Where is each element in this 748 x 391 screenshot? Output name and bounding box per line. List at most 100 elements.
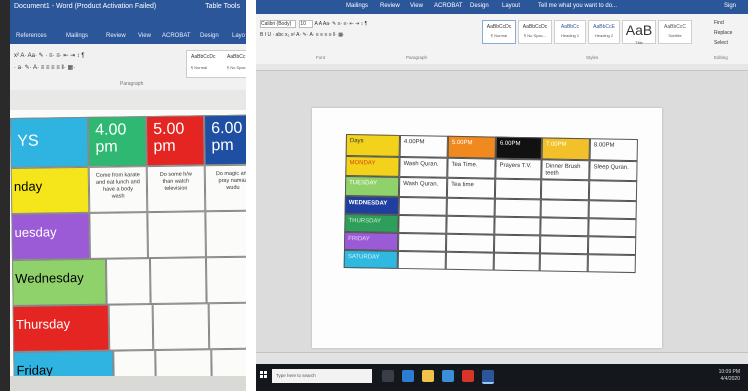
style-nospacing-preview[interactable]: AaBbCc	[227, 54, 245, 60]
style-normal-preview[interactable]: AaBbCcDc	[191, 54, 215, 60]
day-tuesday-cell: uesday	[11, 212, 90, 260]
edge-icon[interactable]	[402, 370, 414, 382]
taskbar-search-input[interactable]: Type here to search	[272, 369, 372, 383]
day-wednesday-cell: Wednesday	[11, 258, 107, 306]
tab-acrobat[interactable]: ACROBAT	[434, 3, 463, 9]
tab-review[interactable]: Review	[380, 3, 400, 9]
day-wednesday-cell: WEDNESDAY	[344, 195, 399, 215]
word-title-bar: Mailings Review View ACROBAT Design Layo…	[256, 0, 748, 14]
store-icon[interactable]	[442, 370, 454, 382]
thursday-4pm-cell	[398, 214, 447, 234]
task-view-icon[interactable]	[382, 370, 394, 382]
styles-gallery[interactable]: AaBbCcDc AaBbCc ¶ Normal ¶ No Spac	[186, 50, 246, 78]
tell-me-search[interactable]: Tell me what you want to do...	[538, 3, 617, 9]
ribbon: x² A· Aa· ✎ · ≡· ≡· ⇤ ⇥ ↕ ¶ · a· ✎· A· ≡…	[10, 44, 246, 91]
font-name-select[interactable]: Calibri (Body)	[260, 20, 296, 28]
tab-design[interactable]: Design	[200, 33, 219, 39]
tab-view[interactable]: View	[138, 33, 151, 39]
style-name: ¶ Normal	[490, 33, 508, 38]
monitor-bezel	[10, 376, 246, 391]
tuesday-6pm-cell	[494, 178, 542, 200]
header-days-cell: YS	[10, 116, 89, 168]
word-icon[interactable]	[482, 370, 494, 384]
group-font-label: Font	[316, 55, 326, 60]
tab-acrobat[interactable]: ACROBAT	[162, 33, 191, 39]
thursday-7pm-cell	[540, 217, 589, 237]
wednesday-6pm-cell	[494, 198, 541, 218]
thursday-4pm-cell	[108, 304, 154, 351]
style-title[interactable]: AaB Title	[622, 20, 656, 45]
style-nospacing-name: ¶ No Spac	[227, 65, 246, 70]
thursday-5pm-cell	[446, 215, 495, 235]
monday-8pm-cell: Sleep Quran.	[589, 160, 638, 182]
header-6pm-cell: 6.00 pm	[203, 114, 246, 166]
thursday-6pm-cell	[494, 216, 541, 236]
style-normal-name: ¶ Normal	[191, 65, 208, 70]
clock-time: 10:09 PM	[718, 369, 740, 375]
tab-view[interactable]: View	[410, 3, 423, 9]
friday-5pm-cell	[445, 233, 495, 253]
friday-7pm-cell	[539, 235, 589, 255]
windows-start-icon[interactable]	[260, 371, 268, 379]
saturday-5pm-cell	[445, 251, 494, 271]
font-size-select[interactable]: 10	[299, 20, 314, 28]
tab-mailings[interactable]: Mailings	[346, 3, 368, 9]
font-controls[interactable]: x² A· Aa· ✎ · ≡· ≡· ⇤ ⇥ ↕ ¶	[14, 52, 85, 59]
tuesday-4pm-cell: Wash Quran.	[398, 176, 448, 198]
tuesday-5pm-cell	[147, 211, 206, 259]
document-area: YS 4.00 pm 5.00 pm 6.00 pm nday Come fro…	[10, 90, 246, 391]
group-styles-label: Styles	[586, 55, 599, 60]
tab-design[interactable]: Design	[470, 3, 489, 9]
right-photo: Mailings Review View ACROBAT Design Layo…	[256, 0, 748, 391]
header-8pm-cell: 8.00PM	[589, 138, 638, 162]
header-4pm-cell: 4.00PM	[399, 134, 448, 158]
style-heading-2[interactable]: AaBbCcE Heading 2	[588, 20, 620, 44]
sign-in-link[interactable]: Sign	[724, 3, 736, 9]
header-days-cell: Days	[345, 134, 400, 157]
select-button[interactable]: Select	[714, 40, 728, 46]
wednesday-4pm-cell	[398, 196, 447, 216]
find-button[interactable]: Find	[714, 20, 724, 26]
tab-references[interactable]: References	[16, 33, 47, 39]
monday-5pm-cell: Tea Time.	[447, 157, 496, 179]
day-saturday-cell: SATURDAY	[343, 249, 398, 269]
app-icon[interactable]	[462, 370, 474, 382]
header-6pm-cell: 6.00PM	[495, 136, 542, 160]
thursday-6pm-cell	[208, 302, 246, 350]
tab-layout[interactable]: Layout	[502, 3, 520, 9]
font-row: Calibri (Body) 10 A A Aa· ✎ ≡· ≡· ⇤ ⇥ ↕ …	[260, 20, 367, 28]
style-name: Heading 1	[560, 33, 580, 38]
style-preview: AaBbCcDc	[522, 24, 548, 30]
style-subtitle[interactable]: AaBbCcC Subtitle	[658, 20, 692, 44]
tab-review[interactable]: Review	[106, 33, 126, 39]
font-format-icons[interactable]: A A Aa· ✎ ≡· ≡· ⇤ ⇥ ↕ ¶	[315, 21, 368, 27]
system-clock[interactable]: 10:09 PM 4/4/2020	[719, 369, 740, 383]
thursday-5pm-cell	[152, 303, 210, 351]
saturday-8pm-cell	[587, 254, 636, 274]
paragraph-controls[interactable]: · a· ✎· A· ≡ ≡ ≡ ≡ ‖· ▦·	[14, 64, 75, 71]
tab-layout[interactable]: Layo	[232, 33, 245, 39]
style-heading-1[interactable]: AaBbCc Heading 1	[554, 20, 586, 44]
style-name: Title	[635, 40, 643, 45]
wednesday-6pm-cell	[205, 256, 246, 304]
tuesday-7pm-cell	[540, 179, 590, 201]
ribbon-home: Calibri (Body) 10 A A Aa· ✎ ≡· ≡· ⇤ ⇥ ↕ …	[256, 14, 748, 65]
tuesday-8pm-cell	[588, 180, 638, 202]
table-tools-label: Table Tools	[205, 3, 240, 10]
header-5pm-cell: 5.00 pm	[145, 115, 205, 167]
saturday-4pm-cell	[397, 250, 446, 270]
ribbon-tabs: References Mailings Review View ACROBAT …	[10, 30, 246, 44]
word-title-bar: Document1 - Word (Product Activation Fai…	[10, 0, 246, 30]
format-row[interactable]: B I U · abc x₂ x² A· ✎· A· ≡ ≡ ≡ ≡ ‖· ▦·	[260, 32, 345, 38]
style-preview: AaB	[625, 22, 653, 38]
tab-mailings[interactable]: Mailings	[66, 33, 88, 39]
monday-4pm-cell: Wash Quran.	[399, 156, 448, 178]
monday-5pm-cell: Do some h/w than watch television	[146, 165, 206, 213]
style-no-spacing[interactable]: AaBbCcDc ¶ No Spac...	[518, 20, 552, 44]
wednesday-5pm-cell	[149, 257, 207, 305]
day-thursday-cell: Thursday	[12, 304, 110, 352]
replace-button[interactable]: Replace	[714, 30, 732, 36]
file-explorer-icon[interactable]	[422, 370, 434, 382]
style-normal[interactable]: AaBbCcDc ¶ Normal	[482, 20, 516, 44]
wednesday-8pm-cell	[588, 200, 637, 220]
